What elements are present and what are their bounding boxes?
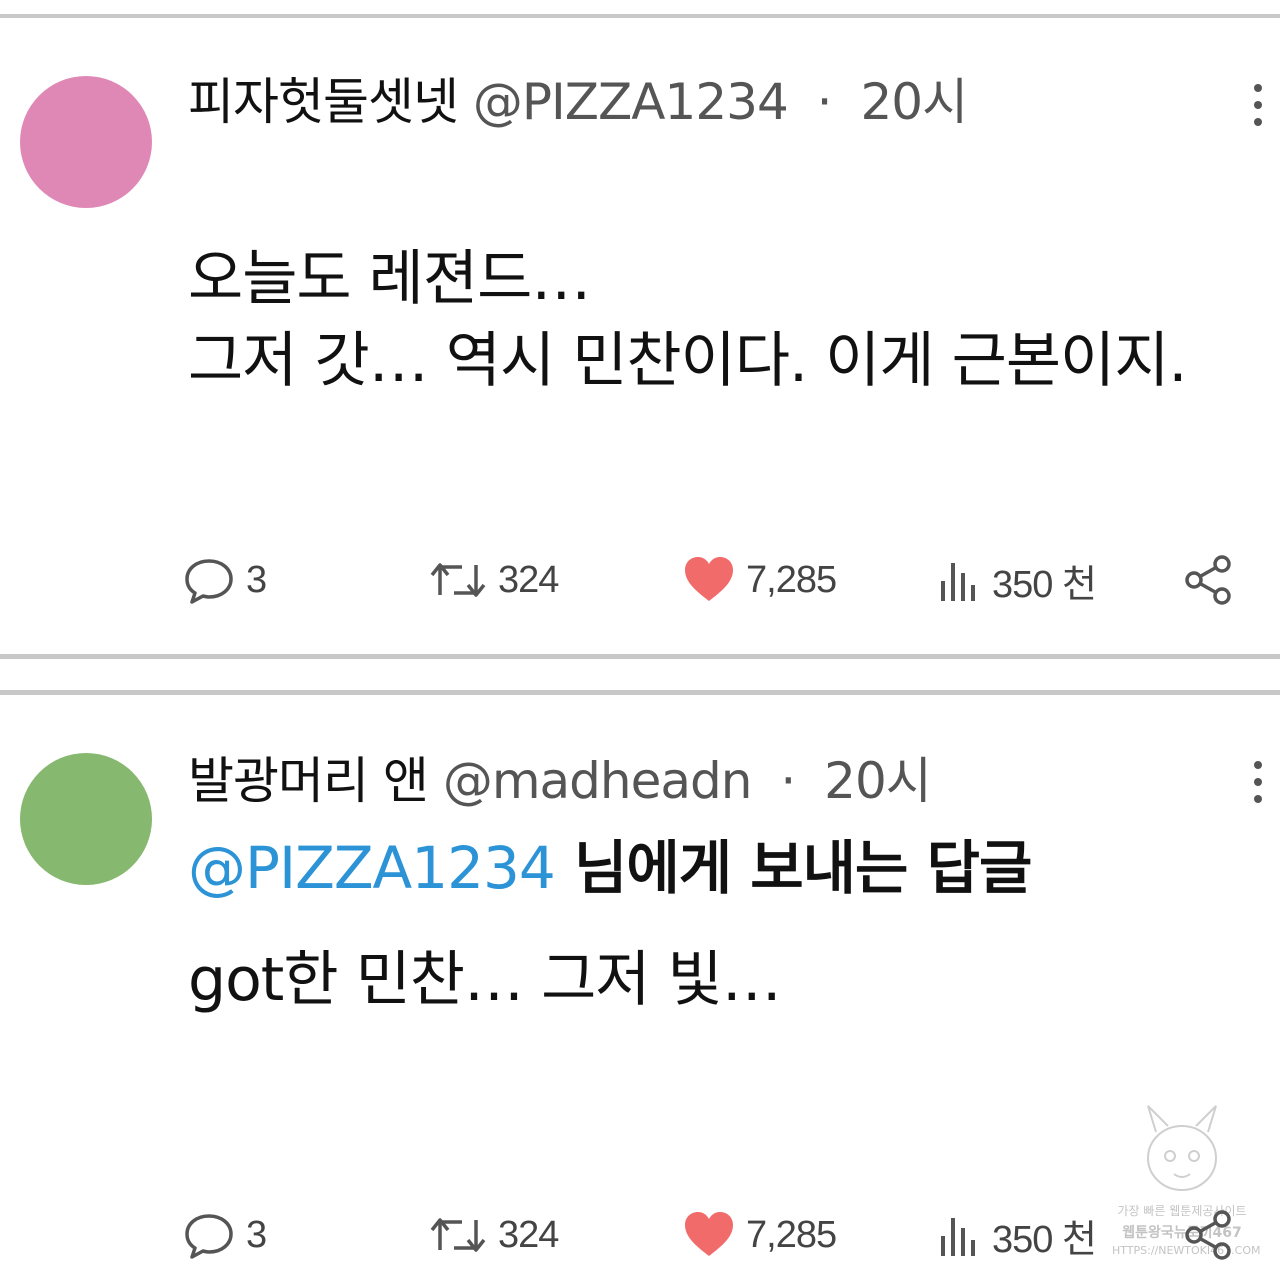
top-divider <box>0 14 1280 18</box>
timestamp: 20시 <box>860 73 968 131</box>
reply-count: 3 <box>246 1213 267 1256</box>
feed-page: 피자헛둘셋넷 @PIZZA1234 · 20시 오늘도 레젼드… 그저 갓… 역… <box>0 0 1280 1280</box>
heart-icon <box>685 1212 733 1256</box>
more-vertical-icon[interactable] <box>1248 757 1268 807</box>
repost-button[interactable]: 324 <box>428 1205 559 1265</box>
comment-icon <box>185 1214 233 1259</box>
reply-mention-link[interactable]: @PIZZA1234 <box>188 834 556 902</box>
repost-count: 324 <box>498 558 559 601</box>
watermark: 가장 빠른 웹툰제공사이트 웹툰왕국뉴토끼467 HTTPS://NEWTOKI… <box>1112 1098 1261 1268</box>
post-body: 오늘도 레젼드… 그저 갓… 역시 민찬이다. 이게 근본이지. <box>188 238 1188 402</box>
watermark-line: 가장 빠른 웹툰제공사이트 <box>1117 1204 1247 1218</box>
post-1[interactable]: 피자헛둘셋넷 @PIZZA1234 · 20시 오늘도 레젼드… 그저 갓… 역… <box>0 20 1280 654</box>
views-button[interactable]: 350 천 <box>938 1205 1097 1265</box>
watermark-line: HTTPS://NEWTOKI467.COM <box>1112 1244 1261 1257</box>
handle[interactable]: @PIZZA1234 <box>473 73 789 131</box>
avatar[interactable] <box>20 76 152 208</box>
views-button[interactable]: 350 천 <box>938 550 1097 610</box>
reply-context-text: 님에게 보내는 답글 <box>554 834 1032 902</box>
action-bar: 3 324 7,285 350 천 <box>0 550 1280 610</box>
repost-icon <box>430 563 486 597</box>
like-count: 7,285 <box>746 558 837 601</box>
views-icon <box>941 563 975 601</box>
post-divider <box>0 654 1280 659</box>
post-body: got한 민찬… 그저 빛… <box>188 939 782 1021</box>
more-vertical-icon[interactable] <box>1248 80 1268 130</box>
timestamp: 20시 <box>824 752 932 810</box>
display-name[interactable]: 피자헛둘셋넷 <box>188 73 459 131</box>
repost-button[interactable]: 324 <box>428 550 559 610</box>
repost-count: 324 <box>498 1213 559 1256</box>
like-button[interactable]: 7,285 <box>682 1205 837 1265</box>
reply-context: @PIZZA1234 님에게 보내는 답글 <box>188 834 1032 902</box>
watermark-line: 웹툰왕국뉴토끼467 <box>1122 1225 1242 1241</box>
display-name[interactable]: 발광머리 앤 <box>188 752 429 810</box>
share-button[interactable] <box>1184 550 1236 610</box>
repost-icon <box>430 1218 486 1252</box>
post-header: 피자헛둘셋넷 @PIZZA1234 · 20시 <box>188 72 968 132</box>
separator-dot: · <box>780 752 796 810</box>
separator-dot: · <box>816 73 833 131</box>
handle[interactable]: @madheadn <box>443 752 753 810</box>
avatar[interactable] <box>20 753 152 885</box>
share-icon <box>1185 555 1231 605</box>
heart-icon <box>685 557 733 601</box>
reply-button[interactable]: 3 <box>182 550 267 610</box>
like-button[interactable]: 7,285 <box>682 550 837 610</box>
views-count: 350 천 <box>992 563 1097 606</box>
body-line: got한 민찬… 그저 빛… <box>188 945 782 1015</box>
views-count: 350 천 <box>992 1218 1097 1261</box>
post-2[interactable]: 발광머리 앤 @madheadn · 20시 @PIZZA1234 님에게 보내… <box>0 695 1280 1280</box>
body-line: 오늘도 레젼드… <box>188 244 591 314</box>
body-line: 그저 갓… 역시 민찬이다. 이게 근본이지. <box>188 326 1188 396</box>
comment-icon <box>185 559 233 604</box>
views-icon <box>941 1218 975 1256</box>
post-header: 발광머리 앤 @madheadn · 20시 <box>188 751 932 811</box>
reply-count: 3 <box>246 558 267 601</box>
action-bar: 3 324 7,285 350 천 <box>0 1205 1280 1265</box>
mascot-watermark-icon <box>1147 1105 1217 1191</box>
reply-button[interactable]: 3 <box>182 1205 267 1265</box>
like-count: 7,285 <box>746 1213 837 1256</box>
